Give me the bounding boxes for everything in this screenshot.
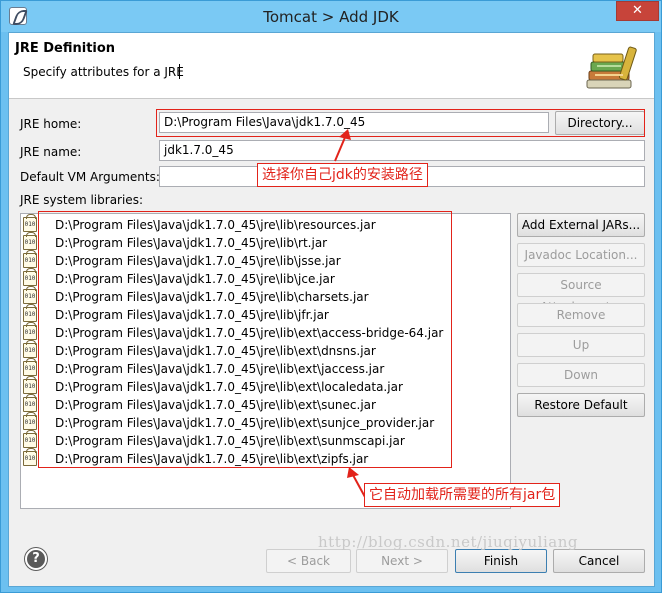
jre-name-field[interactable]: jdk1.7.0_45 xyxy=(159,140,645,161)
close-button[interactable]: ✕ xyxy=(616,1,659,21)
vm-args-label: Default VM Arguments: xyxy=(20,170,160,184)
header-subtitle: Specify attributes for a JRE xyxy=(23,65,184,79)
jar-file-icon xyxy=(23,412,37,430)
watermark: http://blog.csdn.net/jiuqiyuliang xyxy=(318,533,578,551)
header-separator xyxy=(9,98,654,99)
jar-file-icon xyxy=(23,232,37,250)
annotation-home-arrow xyxy=(334,129,351,162)
jar-file-icon xyxy=(23,430,37,448)
source-attachment-button[interactable]: Source Attachment... xyxy=(517,273,645,314)
annotation-libs-callout: 它自动加载所需要的所有jar包 xyxy=(364,483,561,507)
jar-file-icon xyxy=(23,448,37,466)
help-icon: ? xyxy=(32,551,40,566)
annotation-libs-box xyxy=(38,211,452,468)
remove-button[interactable]: Remove xyxy=(517,303,645,327)
add-external-jars-button[interactable]: Add External JARs... xyxy=(517,213,645,237)
next-button[interactable]: Next > xyxy=(356,549,448,573)
cancel-button[interactable]: Cancel xyxy=(553,549,645,573)
header-title: JRE Definition xyxy=(15,41,116,56)
up-button[interactable]: Up xyxy=(517,333,645,357)
close-icon: ✕ xyxy=(632,3,643,18)
dialog-header: JRE Definition Specify attributes for a … xyxy=(9,33,654,98)
text-caret xyxy=(179,64,180,79)
restore-default-button[interactable]: Restore Default xyxy=(517,393,645,417)
jar-file-icon xyxy=(23,394,37,412)
jar-file-icon xyxy=(23,214,37,232)
jar-file-icon xyxy=(23,304,37,322)
javadoc-location-button[interactable]: Javadoc Location... xyxy=(517,243,645,267)
finish-button[interactable]: Finish xyxy=(455,549,547,573)
jar-file-icon xyxy=(23,268,37,286)
jar-file-icon xyxy=(23,376,37,394)
down-button[interactable]: Down xyxy=(517,363,645,387)
dialog-window: Tomcat > Add JDK ✕ JRE Definition Specif… xyxy=(0,0,662,593)
jar-file-icon xyxy=(23,250,37,268)
title-bar[interactable]: Tomcat > Add JDK ✕ xyxy=(1,1,661,32)
jar-file-icon xyxy=(23,358,37,376)
window-title: Tomcat > Add JDK xyxy=(263,8,399,26)
libraries-label: JRE system libraries: xyxy=(20,193,143,207)
jar-file-icon xyxy=(23,286,37,304)
jar-file-icon xyxy=(23,340,37,358)
jre-home-label: JRE home: xyxy=(20,117,82,131)
jar-file-icon xyxy=(23,322,37,340)
books-library-icon xyxy=(586,46,637,89)
help-button[interactable]: ? xyxy=(25,548,47,570)
back-button[interactable]: < Back xyxy=(266,549,351,573)
annotation-home-box xyxy=(156,109,645,137)
jre-name-label: JRE name: xyxy=(20,145,82,159)
annotation-home-callout: 选择你自己jdk的安装路径 xyxy=(257,163,428,187)
